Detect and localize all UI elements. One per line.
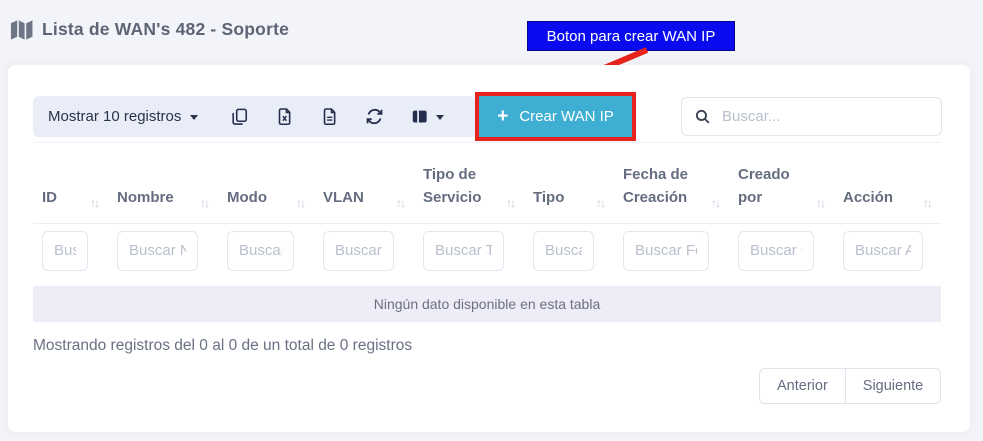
filter-input-tipo[interactable] <box>533 231 594 271</box>
filter-input-nombre[interactable] <box>117 231 198 271</box>
chevron-down-icon <box>436 115 444 120</box>
excel-export-icon[interactable] <box>274 107 294 127</box>
chevron-down-icon <box>190 115 198 120</box>
column-visibility-icon <box>409 107 429 127</box>
sort-icon[interactable]: ↑↓ <box>923 196 933 210</box>
page-header: Lista de WAN's 482 - Soporte <box>9 17 289 42</box>
filter-input-modo[interactable] <box>227 231 294 271</box>
filter-row <box>33 223 941 282</box>
filter-input-id[interactable] <box>42 231 88 271</box>
search-input[interactable] <box>722 108 929 125</box>
copy-icon[interactable] <box>229 107 249 127</box>
global-search <box>681 97 942 136</box>
filter-input-tipo-servicio[interactable] <box>423 231 504 271</box>
column-header-tipo[interactable]: Tipo↑↓ <box>524 143 614 224</box>
filter-input-creado-por[interactable] <box>738 231 814 271</box>
sort-icon[interactable]: ↑↓ <box>396 196 406 210</box>
pagination: Anterior Siguiente <box>759 368 941 404</box>
filter-input-fecha-creacion[interactable] <box>623 231 709 271</box>
sort-icon[interactable]: ↑↓ <box>711 196 721 210</box>
create-wan-ip-button[interactable]: + Crear WAN IP <box>479 96 632 137</box>
table-info: Mostrando registros del 0 al 0 de un tot… <box>33 337 412 355</box>
filter-input-vlan[interactable] <box>323 231 394 271</box>
table-header-row: ID↑↓ Nombre↑↓ Modo↑↓ VLAN↑↓ Tipo de Serv… <box>33 143 941 224</box>
previous-page-button[interactable]: Anterior <box>759 368 846 404</box>
table-toolbar: Mostrar 10 registros <box>33 96 477 137</box>
column-visibility-button[interactable] <box>409 107 444 127</box>
export-buttons <box>229 107 444 127</box>
column-header-vlan[interactable]: VLAN↑↓ <box>314 143 414 224</box>
search-icon <box>694 108 711 125</box>
map-icon <box>9 17 34 42</box>
sort-icon[interactable]: ↑↓ <box>596 196 606 210</box>
refresh-icon[interactable] <box>364 107 384 127</box>
page-length-label: Mostrar 10 registros <box>48 108 181 125</box>
page-length-dropdown[interactable]: Mostrar 10 registros <box>48 108 198 125</box>
create-wan-ip-label: Crear WAN IP <box>519 108 613 125</box>
wan-list-card: Mostrar 10 registros <box>8 65 970 432</box>
page-title: Lista de WAN's 482 - Soporte <box>42 19 289 40</box>
file-export-icon[interactable] <box>319 107 339 127</box>
highlight-rectangle: + Crear WAN IP <box>475 92 636 141</box>
sort-icon[interactable]: ↑↓ <box>296 196 306 210</box>
next-page-button[interactable]: Siguiente <box>845 368 941 404</box>
column-header-fecha-creacion[interactable]: Fecha de Creación↑↓ <box>614 143 729 224</box>
column-header-id[interactable]: ID↑↓ <box>33 143 108 224</box>
column-header-accion[interactable]: Acción↑↓ <box>834 143 941 224</box>
column-header-nombre[interactable]: Nombre↑↓ <box>108 143 218 224</box>
empty-state-row: Ningún dato disponible en esta tabla <box>33 282 941 322</box>
column-header-tipo-servicio[interactable]: Tipo de Servicio↑↓ <box>414 143 524 224</box>
sort-icon[interactable]: ↑↓ <box>506 196 516 210</box>
empty-state-message: Ningún dato disponible en esta tabla <box>33 282 941 322</box>
sort-icon[interactable]: ↑↓ <box>200 196 210 210</box>
column-header-creado-por[interactable]: Creado por↑↓ <box>729 143 834 224</box>
wan-table: ID↑↓ Nombre↑↓ Modo↑↓ VLAN↑↓ Tipo de Serv… <box>33 142 941 322</box>
column-header-modo[interactable]: Modo↑↓ <box>218 143 314 224</box>
plus-icon: + <box>497 107 508 126</box>
sort-icon[interactable]: ↑↓ <box>816 196 826 210</box>
annotation-callout: Boton para crear WAN IP <box>527 21 735 51</box>
filter-input-accion[interactable] <box>843 231 923 271</box>
sort-icon[interactable]: ↑↓ <box>90 196 100 210</box>
